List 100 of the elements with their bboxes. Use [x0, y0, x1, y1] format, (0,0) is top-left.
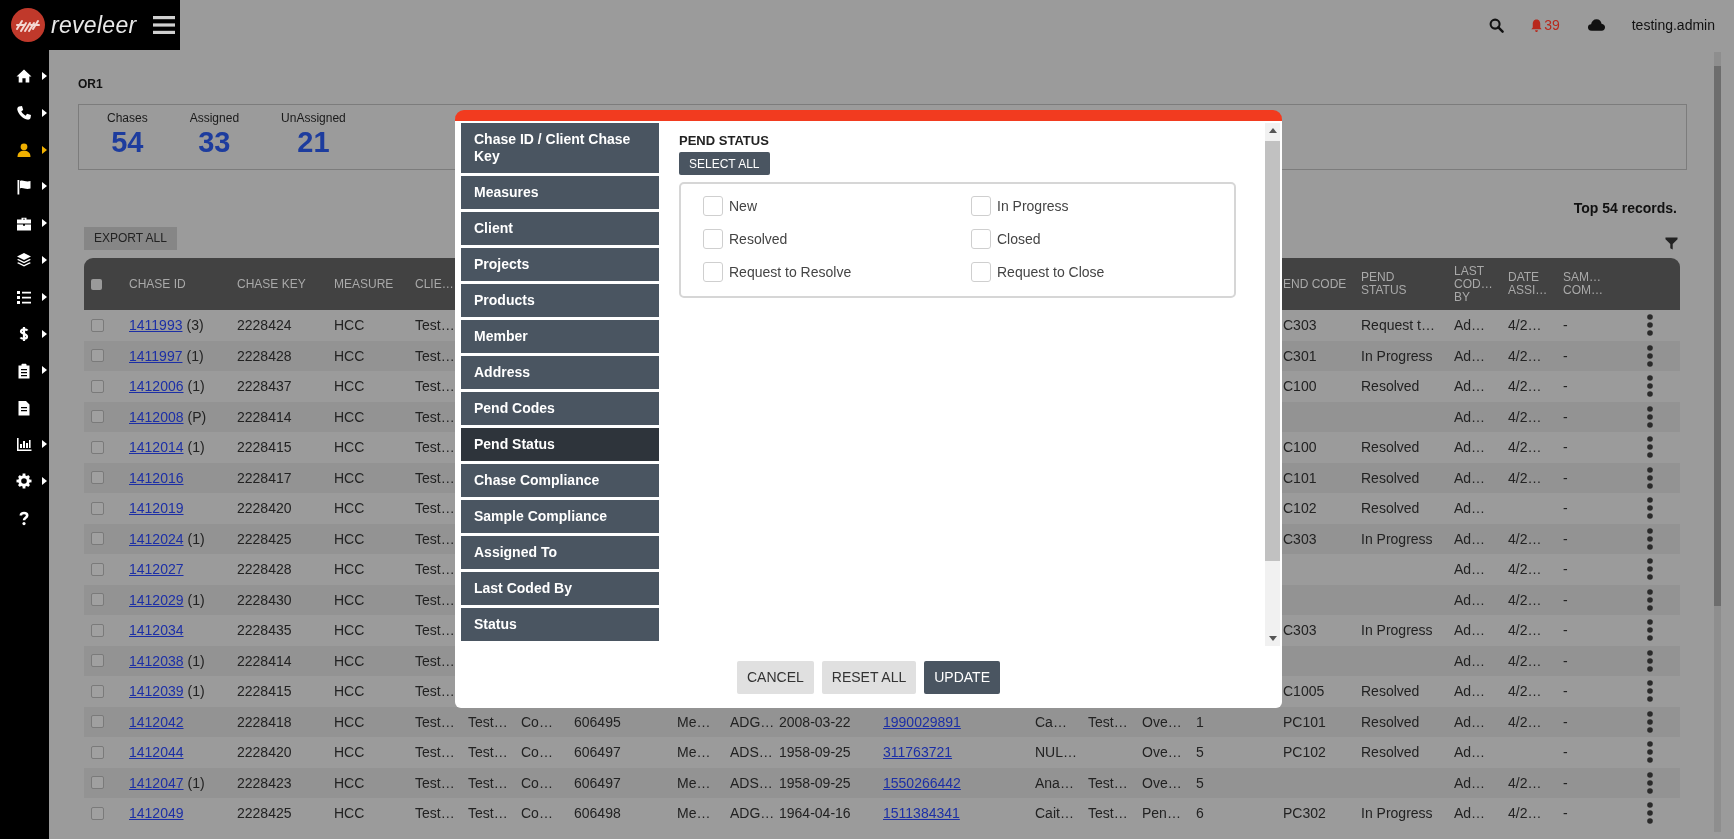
more-icon[interactable]: [1647, 649, 1653, 672]
more-icon[interactable]: [1647, 771, 1653, 794]
dialog-button[interactable]: CANCEL: [737, 660, 814, 694]
settings-icon[interactable]: [16, 473, 32, 490]
select-all-button[interactable]: SELECT ALL: [679, 152, 770, 175]
column-header[interactable]: CHASE KEY: [237, 277, 327, 291]
user-name[interactable]: testing.admin: [1631, 17, 1715, 33]
chase-id-link[interactable]: 1412027: [129, 561, 184, 578]
dialog-button[interactable]: RESET ALL: [821, 660, 917, 694]
caret-icon[interactable]: [42, 256, 47, 264]
home-icon[interactable]: [16, 68, 32, 85]
chase-id-link[interactable]: 1412029: [129, 591, 184, 608]
column-header[interactable]: CHASE ID: [129, 277, 230, 291]
checkbox[interactable]: [91, 806, 104, 820]
column-header[interactable]: SAM… COM…: [1563, 271, 1603, 297]
checkbox-label[interactable]: Request to Close: [997, 264, 1105, 280]
briefcase-icon[interactable]: [16, 215, 32, 232]
more-icon[interactable]: [1647, 344, 1653, 367]
list-icon[interactable]: [16, 289, 32, 306]
filter-category[interactable]: Projects: [461, 248, 659, 281]
filter-category[interactable]: Pend Status: [461, 428, 659, 461]
caret-icon[interactable]: [42, 292, 47, 301]
checkbox[interactable]: [91, 532, 104, 546]
more-icon[interactable]: [1647, 527, 1653, 550]
chase-id-link[interactable]: 1412044: [129, 744, 184, 761]
member-link[interactable]: 1511384341: [883, 805, 960, 822]
more-icon[interactable]: [1647, 314, 1653, 337]
chase-id-link[interactable]: 1412016: [129, 469, 184, 486]
chase-id-link[interactable]: 1412008: [129, 408, 184, 425]
filter-category[interactable]: Address: [461, 356, 659, 389]
filter-category[interactable]: Products: [461, 284, 659, 317]
checkbox-label[interactable]: Resolved: [729, 231, 788, 247]
chase-id-link[interactable]: 1412019: [129, 500, 184, 517]
more-icon[interactable]: [1647, 558, 1653, 581]
more-icon[interactable]: [1647, 710, 1653, 733]
chase-id-link[interactable]: 1412042: [129, 713, 184, 730]
layers-icon[interactable]: [16, 252, 32, 269]
more-icon[interactable]: [1647, 802, 1653, 825]
checkbox[interactable]: [91, 745, 104, 759]
more-icon[interactable]: [1647, 619, 1653, 642]
scrollbar[interactable]: [1265, 123, 1280, 646]
caret-icon[interactable]: [42, 108, 47, 117]
column-header[interactable]: END CODE: [1283, 277, 1354, 291]
chase-id-link[interactable]: 1412006: [129, 378, 184, 395]
filter-category[interactable]: Pend Codes: [461, 392, 659, 425]
checkbox[interactable]: [91, 562, 104, 576]
chase-id-link[interactable]: 1412047: [129, 774, 184, 791]
search-icon[interactable]: [1489, 17, 1505, 33]
caret-icon[interactable]: [42, 476, 47, 485]
member-link[interactable]: 1990029891: [883, 713, 961, 730]
filter-category[interactable]: Client: [461, 212, 659, 245]
chase-id-link[interactable]: 1411997: [129, 347, 183, 364]
more-icon[interactable]: [1647, 588, 1653, 611]
caret-icon[interactable]: [42, 366, 47, 375]
checkbox[interactable]: [91, 440, 104, 454]
checkbox[interactable]: [91, 278, 102, 290]
checkbox[interactable]: [91, 623, 104, 637]
document-icon[interactable]: [16, 399, 32, 416]
checkbox[interactable]: [91, 471, 104, 485]
chase-id-link[interactable]: 1412049: [129, 805, 184, 822]
checkbox[interactable]: [91, 684, 104, 698]
checkbox[interactable]: [91, 501, 104, 515]
chase-id-link[interactable]: 1412034: [129, 622, 184, 639]
caret-icon[interactable]: [42, 219, 47, 228]
filter-category[interactable]: Status: [461, 608, 659, 641]
caret-icon[interactable]: [42, 145, 47, 154]
more-icon[interactable]: [1647, 405, 1653, 428]
chase-id-link[interactable]: 1412014: [129, 439, 184, 456]
filter-category[interactable]: Assigned To: [461, 536, 659, 569]
chase-id-link[interactable]: 1412039: [129, 683, 184, 700]
scrollbar[interactable]: [1714, 52, 1721, 832]
checkbox[interactable]: [91, 349, 104, 363]
column-header[interactable]: PEND STATUS: [1361, 271, 1407, 297]
checkbox-label[interactable]: New: [729, 198, 757, 214]
phone-icon[interactable]: [16, 105, 32, 122]
column-header[interactable]: LAST COD… BY: [1454, 264, 1493, 304]
checkbox[interactable]: [91, 715, 104, 729]
filter-category[interactable]: Last Coded By: [461, 572, 659, 605]
more-icon[interactable]: [1647, 680, 1653, 703]
more-icon[interactable]: [1647, 466, 1653, 489]
clipboard-icon[interactable]: [16, 362, 32, 379]
more-icon[interactable]: [1647, 436, 1653, 459]
column-header[interactable]: MEASURE: [334, 277, 408, 291]
user-icon[interactable]: [16, 142, 32, 158]
chart-icon[interactable]: [16, 436, 32, 453]
checkbox[interactable]: [91, 593, 104, 607]
cloud-icon[interactable]: [1586, 18, 1606, 32]
filter-category[interactable]: Sample Compliance: [461, 500, 659, 533]
more-icon[interactable]: [1647, 497, 1653, 520]
checkbox-label[interactable]: Request to Resolve: [729, 264, 852, 280]
flag-icon[interactable]: [16, 178, 32, 195]
more-icon[interactable]: [1647, 375, 1653, 398]
member-link[interactable]: 1550266442: [883, 774, 961, 791]
column-header[interactable]: DATE ASSI…: [1508, 271, 1548, 297]
caret-icon[interactable]: [42, 329, 47, 338]
filter-category[interactable]: Chase Compliance: [461, 464, 659, 497]
checkbox[interactable]: [91, 654, 104, 668]
filter-category[interactable]: Measures: [461, 176, 659, 209]
filter-category[interactable]: Member: [461, 320, 659, 353]
caret-icon[interactable]: [42, 182, 47, 191]
